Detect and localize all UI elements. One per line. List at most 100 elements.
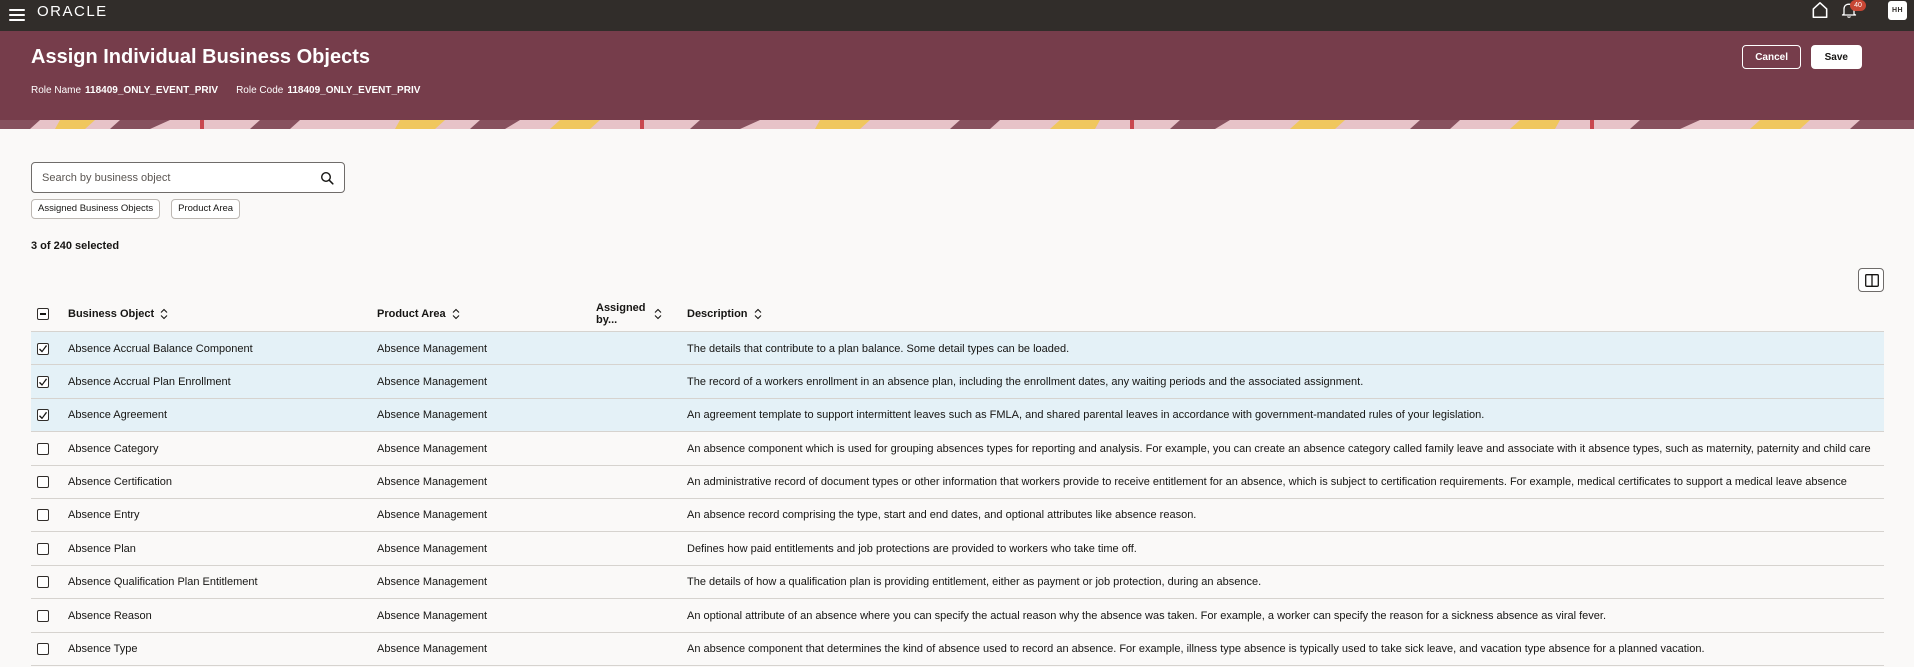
column-header-assigned-by[interactable]: Assigned by...	[596, 295, 662, 332]
table-row[interactable]: Absence Reason Absence Management An opt…	[31, 599, 1884, 633]
column-header-label: Business Object	[68, 307, 155, 320]
row-checkbox[interactable]	[37, 542, 49, 555]
row-select-cell	[37, 532, 51, 565]
row-checkbox[interactable]	[37, 476, 49, 489]
save-button[interactable]: Save	[1810, 45, 1862, 69]
row-select-cell	[37, 599, 51, 632]
column-header-label: Description	[687, 307, 748, 320]
row-select-cell	[37, 499, 51, 532]
assigned-by-cell	[596, 399, 676, 432]
table-row[interactable]: Absence Category Absence Management An a…	[31, 432, 1884, 466]
row-checkbox[interactable]	[37, 509, 49, 522]
page-title: Assign Individual Business Objects	[31, 46, 370, 68]
column-toggle-icon	[1865, 274, 1879, 287]
search-box	[31, 162, 345, 193]
business-object-cell: Absence Category	[68, 442, 159, 455]
row-checkbox[interactable]	[37, 576, 49, 589]
row-checkbox[interactable]	[37, 643, 49, 656]
assigned-by-cell	[596, 432, 676, 465]
table-row[interactable]: Absence Accrual Balance Component Absenc…	[31, 332, 1884, 366]
assigned-by-cell	[596, 599, 676, 632]
product-area-cell: Absence Management	[377, 643, 488, 656]
product-area-cell: Absence Management	[377, 375, 488, 388]
description-cell: The details of how a qualification plan …	[687, 576, 1262, 589]
table-row[interactable]: Absence Plan Absence Management Defines …	[31, 532, 1884, 566]
assigned-by-cell	[596, 332, 676, 365]
avatar[interactable]: HH	[1888, 1, 1907, 20]
table-body: Absence Accrual Balance Component Absenc…	[31, 332, 1884, 666]
description-cell: An absence component that determines the…	[687, 643, 1705, 656]
selection-count: 3 of 240 selected	[31, 240, 120, 252]
column-header-description[interactable]: Description	[687, 295, 762, 332]
description-cell: An optional attribute of an absence wher…	[687, 609, 1607, 622]
notifications-button[interactable]: 40	[1840, 0, 1866, 21]
sort-icon[interactable]	[452, 308, 460, 320]
row-checkbox[interactable]	[37, 442, 49, 455]
business-object-cell: Absence Reason	[68, 609, 152, 622]
page-header: Assign Individual Business Objects Role …	[0, 31, 1914, 120]
row-checkbox[interactable]	[37, 409, 49, 422]
column-header-product-area[interactable]: Product Area	[377, 295, 460, 332]
product-area-cell: Absence Management	[377, 342, 488, 355]
column-header-business-object[interactable]: Business Object	[68, 295, 168, 332]
table-row[interactable]: Absence Type Absence Management An absen…	[31, 633, 1884, 666]
description-cell: An absence record comprising the type, s…	[687, 509, 1197, 522]
business-object-cell: Absence Entry	[68, 509, 140, 522]
assigned-by-cell	[596, 499, 676, 532]
product-area-cell: Absence Management	[377, 509, 488, 522]
filter-product-area[interactable]: Product Area	[171, 199, 241, 219]
row-select-cell	[37, 432, 51, 465]
table-row[interactable]: Absence Agreement Absence Management An …	[31, 398, 1884, 433]
select-all-checkbox[interactable]	[37, 307, 49, 320]
product-area-cell: Absence Management	[377, 576, 488, 589]
product-area-cell: Absence Management	[377, 442, 488, 455]
product-area-cell: Absence Management	[377, 409, 488, 422]
table-row[interactable]: Absence Qualification Plan Entitlement A…	[31, 566, 1884, 600]
product-area-cell: Absence Management	[377, 542, 488, 555]
row-select-cell	[37, 466, 51, 499]
assigned-by-cell	[596, 633, 676, 666]
business-objects-table: Business Object Product Area Assigned by…	[31, 295, 1884, 666]
role-meta: Role Name 118409_ONLY_EVENT_PRIV Role Cod…	[31, 85, 420, 96]
column-toggle-button[interactable]	[1858, 268, 1884, 292]
filter-assigned-business-objects[interactable]: Assigned Business Objects	[31, 199, 161, 219]
hamburger-icon[interactable]	[9, 9, 25, 21]
table-row[interactable]: Absence Entry Absence Management An abse…	[31, 499, 1884, 533]
filter-chips: Assigned Business Objects Product Area	[31, 199, 241, 219]
search-input[interactable]	[42, 169, 312, 187]
role-code-label: Role Code	[236, 85, 284, 96]
description-cell: An administrative record of document typ…	[687, 476, 1847, 489]
row-checkbox[interactable]	[37, 609, 49, 622]
search-icon[interactable]	[320, 171, 334, 185]
role-name-value: 118409_ONLY_EVENT_PRIV	[85, 85, 219, 96]
assigned-by-cell	[596, 532, 676, 565]
table-header: Business Object Product Area Assigned by…	[31, 295, 1884, 332]
row-checkbox[interactable]	[37, 375, 49, 388]
row-checkbox[interactable]	[37, 342, 49, 355]
table-row[interactable]: Absence Accrual Plan Enrollment Absence …	[31, 365, 1884, 399]
table-row[interactable]: Absence Certification Absence Management…	[31, 466, 1884, 499]
business-object-cell: Absence Certification	[68, 476, 172, 489]
global-header: ORACLE 40 HH	[0, 0, 1914, 31]
column-header-label: Assigned by...	[596, 301, 646, 326]
description-cell: The record of a workers enrollment in an…	[687, 375, 1364, 388]
notification-badge: 40	[1850, 0, 1866, 11]
sort-icon[interactable]	[160, 308, 168, 320]
business-object-cell: Absence Accrual Balance Component	[68, 342, 253, 355]
business-object-cell: Absence Qualification Plan Entitlement	[68, 576, 258, 589]
sort-icon[interactable]	[754, 308, 762, 320]
cancel-button[interactable]: Cancel	[1742, 45, 1801, 69]
row-select-cell	[37, 633, 51, 666]
row-select-cell	[37, 566, 51, 599]
sort-icon[interactable]	[654, 308, 662, 320]
description-cell: The details that contribute to a plan ba…	[687, 342, 1070, 355]
business-object-cell: Absence Type	[68, 643, 138, 656]
role-code-value: 118409_ONLY_EVENT_PRIV	[287, 85, 421, 96]
decorative-banner	[0, 120, 1914, 129]
row-select-cell	[37, 399, 51, 432]
product-area-cell: Absence Management	[377, 609, 488, 622]
description-cell: Defines how paid entitlements and job pr…	[687, 542, 1137, 555]
business-object-cell: Absence Accrual Plan Enrollment	[68, 375, 231, 388]
home-icon[interactable]	[1810, 0, 1830, 20]
column-header-label: Product Area	[377, 307, 446, 320]
